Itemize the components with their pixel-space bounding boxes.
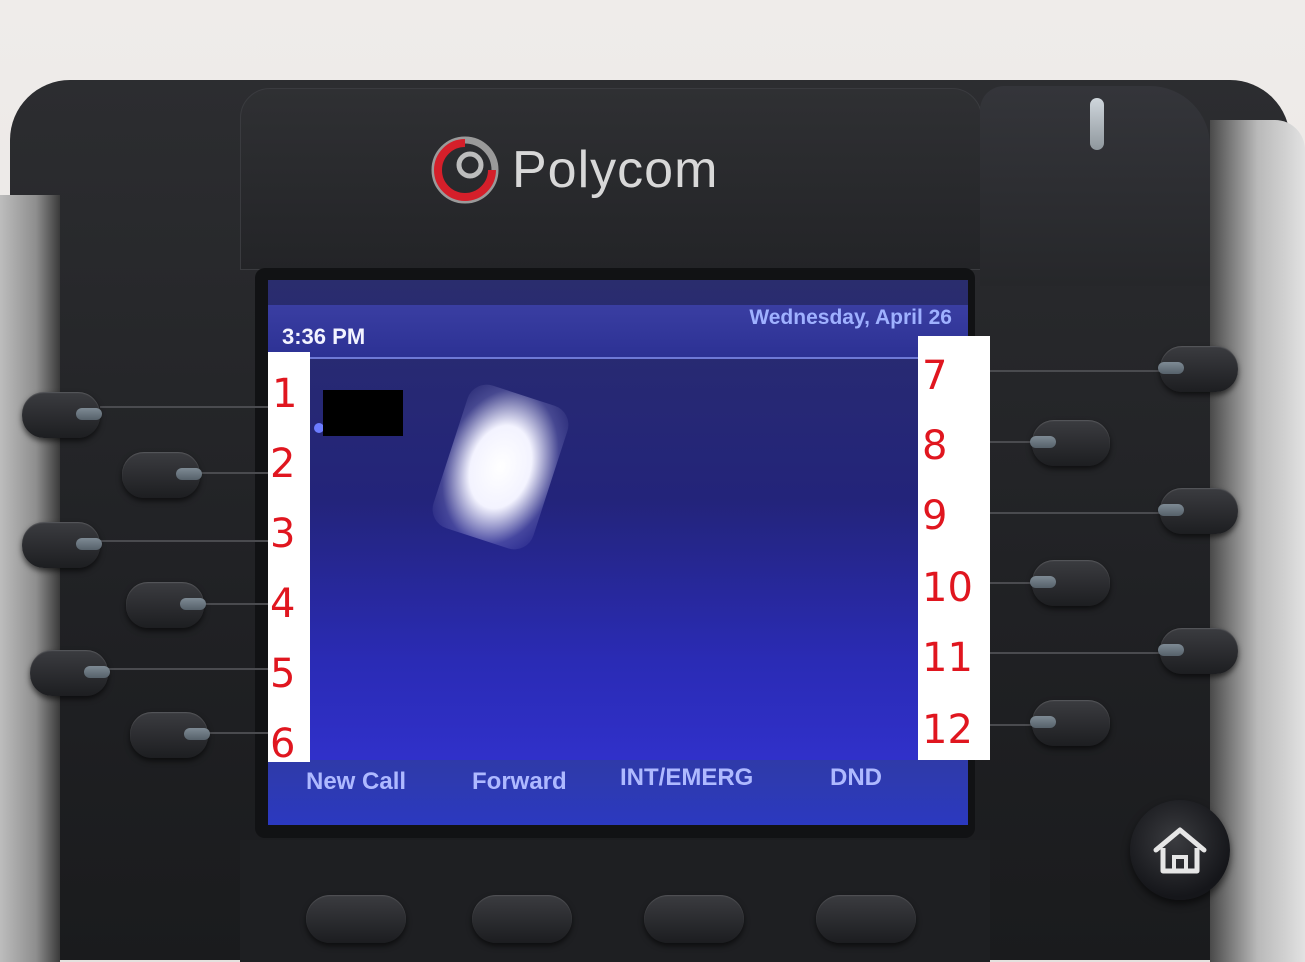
status-time: 3:36 PM xyxy=(282,324,366,349)
line-key-leader xyxy=(200,603,268,605)
line-key-number: 2 xyxy=(270,441,296,487)
softkey-dnd[interactable]: DND xyxy=(830,764,882,792)
line-key-leader xyxy=(990,652,1160,654)
line-key-number: 4 xyxy=(270,581,296,627)
line-1-redacted-label xyxy=(323,390,403,436)
brand-logo: Polycom xyxy=(430,135,718,205)
line-key-leader xyxy=(990,441,1034,443)
line-key-leader xyxy=(100,668,268,670)
status-date: Wednesday, April 26 xyxy=(749,306,952,329)
line-key-9[interactable] xyxy=(1158,488,1238,534)
annotation-panel-right xyxy=(918,336,990,760)
screen-glare xyxy=(427,379,574,555)
line-key-number: 8 xyxy=(922,423,948,469)
message-indicator-light xyxy=(1090,98,1104,150)
softkey-button-3[interactable] xyxy=(644,895,744,943)
brand-name: Polycom xyxy=(512,141,719,199)
line-key-number: 11 xyxy=(922,635,973,681)
line-key-11[interactable] xyxy=(1158,628,1238,674)
line-key-leader xyxy=(200,472,268,474)
line-key-8[interactable] xyxy=(1030,420,1110,466)
line-key-leader xyxy=(100,540,268,542)
line-key-number: 6 xyxy=(270,721,296,767)
line-key-leader xyxy=(990,724,1034,726)
line-key-1[interactable] xyxy=(22,392,102,438)
home-button[interactable] xyxy=(1130,800,1230,900)
softkey-forward[interactable]: Forward xyxy=(472,768,567,796)
line-key-number: 1 xyxy=(272,371,298,417)
softkey-button-2[interactable] xyxy=(472,895,572,943)
softkey-button-4[interactable] xyxy=(816,895,916,943)
line-key-leader xyxy=(100,406,268,408)
polycom-logo-icon xyxy=(431,136,499,204)
line-key-10[interactable] xyxy=(1030,560,1110,606)
display-screen: 3:36 PM Wednesday, April 26 xyxy=(268,280,968,825)
line-key-leader xyxy=(990,512,1160,514)
softkey-button-1[interactable] xyxy=(306,895,406,943)
line-key-2[interactable] xyxy=(122,452,202,498)
line-key-number: 12 xyxy=(922,707,973,753)
softkey-new-call[interactable]: New Call xyxy=(306,768,406,796)
line-key-leader xyxy=(990,582,1034,584)
line-key-number: 3 xyxy=(270,511,296,557)
phone-side-left xyxy=(0,195,60,962)
line-key-6[interactable] xyxy=(130,712,210,758)
line-key-leader xyxy=(990,370,1160,372)
line-key-7[interactable] xyxy=(1158,346,1238,392)
line-key-12[interactable] xyxy=(1030,700,1110,746)
home-icon xyxy=(1153,827,1207,874)
line-key-5[interactable] xyxy=(30,650,110,696)
line-key-3[interactable] xyxy=(22,522,102,568)
line-key-number: 5 xyxy=(270,651,296,697)
line-key-number: 7 xyxy=(922,353,948,399)
line-key-leader xyxy=(200,732,268,734)
softkey-int-emerg[interactable]: INT/EMERG xyxy=(620,764,753,792)
line-key-4[interactable] xyxy=(126,582,206,628)
line-key-number: 10 xyxy=(922,565,973,611)
line-key-number: 9 xyxy=(922,493,948,539)
